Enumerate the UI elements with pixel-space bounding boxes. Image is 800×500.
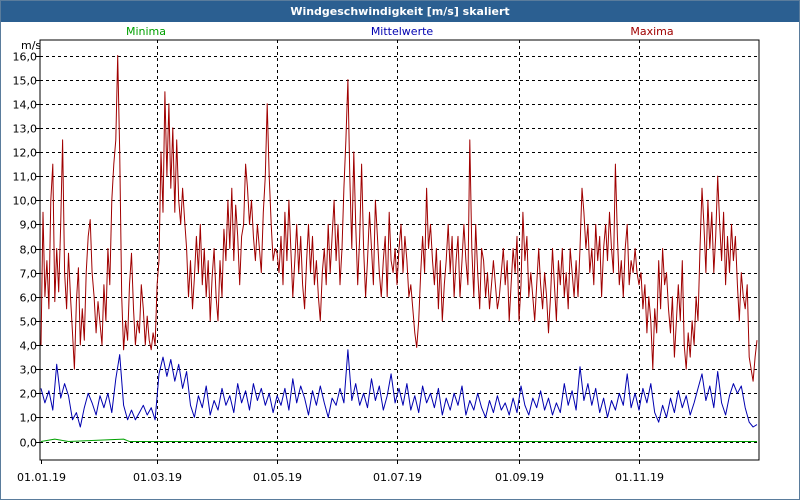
y-tick-label: 0,0 bbox=[20, 437, 38, 450]
x-tick-label: 01.05.19 bbox=[253, 471, 302, 484]
legend-maxima: Maxima bbox=[630, 25, 673, 38]
y-tick-label: 8,0 bbox=[20, 244, 38, 257]
y-tick-label: 4,0 bbox=[20, 340, 38, 353]
y-tick-label: 3,0 bbox=[20, 364, 38, 377]
y-tick-label: 2,0 bbox=[20, 388, 38, 401]
y-tick-label: 7,0 bbox=[20, 268, 38, 281]
y-tick-label: 6,0 bbox=[20, 292, 38, 305]
plot-area bbox=[39, 39, 760, 461]
x-tick-label: 01.07.19 bbox=[373, 471, 422, 484]
y-tick-label: 10,0 bbox=[13, 195, 38, 208]
x-tick-label: 01.03.19 bbox=[133, 471, 182, 484]
y-tick-label: 13,0 bbox=[13, 123, 38, 136]
x-tick-label: 01.09.19 bbox=[495, 471, 544, 484]
x-tick-label: 01.11.19 bbox=[615, 471, 664, 484]
x-axis-ticks: 01.01.19 01.03.19 01.05.19 01.07.19 01.09.19… bbox=[17, 460, 664, 484]
y-tick-label: 16,0 bbox=[13, 51, 38, 64]
y-tick-label: 14,0 bbox=[13, 99, 38, 112]
y-axis-label: m/s bbox=[21, 39, 41, 52]
y-tick-label: 15,0 bbox=[13, 75, 38, 88]
legend-minima: Minima bbox=[126, 25, 166, 38]
chart-svg: 0,0 1,0 2,0 3,0 4,0 5,0 6,0 7,0 8,0 9,0 10,0 11,0 12… bbox=[13, 25, 760, 484]
legend-mittelwerte: Mittelwerte bbox=[371, 25, 434, 38]
y-tick-label: 12,0 bbox=[13, 147, 38, 160]
y-tick-label: 11,0 bbox=[13, 171, 38, 184]
y-tick-label: 1,0 bbox=[20, 412, 38, 425]
legend: Minima Mittelwerte Maxima bbox=[126, 25, 674, 38]
y-axis-ticks: 0,0 1,0 2,0 3,0 4,0 5,0 6,0 7,0 8,0 9,0 10,0 11,0 12… bbox=[13, 51, 40, 450]
y-tick-label: 9,0 bbox=[20, 219, 38, 232]
x-tick-label: 01.01.19 bbox=[17, 471, 66, 484]
y-tick-label: 5,0 bbox=[20, 316, 38, 329]
